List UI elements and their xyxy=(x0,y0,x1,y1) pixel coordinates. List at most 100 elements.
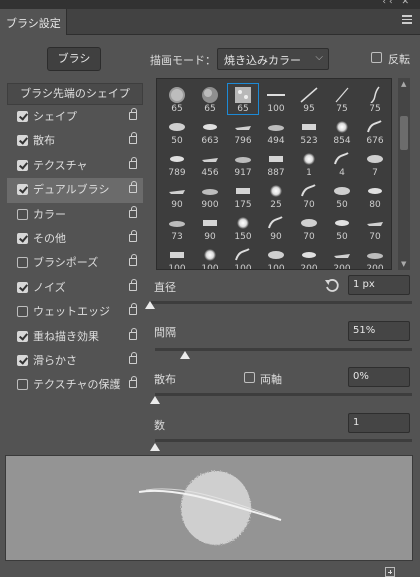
brush-preset[interactable]: 7 xyxy=(359,147,391,179)
brush-preset[interactable]: 150 xyxy=(227,211,259,243)
brush-preset[interactable]: 70 xyxy=(293,179,325,211)
count-slider-knob[interactable] xyxy=(150,443,160,451)
option-checkbox[interactable] xyxy=(17,354,28,366)
option-checkbox[interactable] xyxy=(17,306,28,318)
option-item[interactable]: その他 xyxy=(7,227,143,251)
diameter-field[interactable]: 1 px xyxy=(348,275,410,295)
scroll-thumb[interactable] xyxy=(400,116,408,150)
option-checkbox[interactable] xyxy=(17,208,28,220)
lock-icon[interactable] xyxy=(129,132,137,145)
brush-preset[interactable]: 663 xyxy=(194,115,226,147)
option-checkbox[interactable] xyxy=(17,111,28,122)
collapse-arrows-icon[interactable]: ‹‹ ✕ xyxy=(382,0,412,7)
scatter-slider[interactable] xyxy=(155,393,412,396)
brush-preset[interactable]: 4 xyxy=(326,147,358,179)
brush-preset[interactable]: 789 xyxy=(161,147,193,179)
option-item[interactable]: ウェットエッジ xyxy=(7,300,143,324)
scatter-field[interactable]: 0% xyxy=(348,367,410,387)
brush-preset[interactable]: 80 xyxy=(359,179,391,211)
brush-preset[interactable]: 100 xyxy=(194,243,226,269)
count-field[interactable]: 1 xyxy=(348,413,410,433)
diameter-slider-knob[interactable] xyxy=(145,301,155,309)
brush-preset[interactable]: 50 xyxy=(326,179,358,211)
brush-preset[interactable]: 100 xyxy=(260,243,292,269)
brush-preset[interactable]: 175 xyxy=(227,179,259,211)
lock-icon[interactable] xyxy=(129,205,137,218)
brush-preset[interactable]: 796 xyxy=(227,115,259,147)
option-checkbox[interactable] xyxy=(17,257,28,269)
brush-preset[interactable]: 75 xyxy=(359,83,391,115)
presets-scrollbar[interactable]: ▲ ▼ xyxy=(398,78,410,270)
spacing-slider-knob[interactable] xyxy=(180,351,191,359)
option-item[interactable]: 散布 xyxy=(7,129,143,153)
option-item[interactable]: テクスチャ xyxy=(7,154,143,178)
flip-checkbox[interactable] xyxy=(371,52,382,63)
reset-size-icon[interactable] xyxy=(325,279,340,293)
brush-preset[interactable]: 95 xyxy=(293,83,325,115)
option-checkbox[interactable] xyxy=(17,135,28,147)
option-item[interactable]: ブラシポーズ xyxy=(7,251,143,275)
spacing-field[interactable]: 51% xyxy=(348,321,410,341)
brush-preset[interactable]: 100 xyxy=(260,83,292,115)
lock-icon[interactable] xyxy=(129,327,137,340)
brush-preset[interactable]: 100 xyxy=(161,243,193,269)
scroll-down-icon[interactable]: ▼ xyxy=(401,260,406,268)
brush-preset[interactable]: 494 xyxy=(260,115,292,147)
count-slider[interactable] xyxy=(155,439,412,442)
option-checkbox[interactable] xyxy=(17,330,28,342)
brush-preset[interactable]: 854 xyxy=(326,115,358,147)
brush-preset[interactable]: 90 xyxy=(161,179,193,211)
brush-preset[interactable]: 456 xyxy=(194,147,226,179)
brush-button[interactable]: ブラシ xyxy=(47,47,101,71)
spacing-slider[interactable] xyxy=(155,348,412,351)
lock-icon[interactable] xyxy=(129,156,137,169)
brush-preset[interactable]: 73 xyxy=(161,211,193,243)
brush-preset[interactable]: 100 xyxy=(227,243,259,269)
brush-preset[interactable]: 70 xyxy=(359,211,391,243)
brush-preset[interactable]: 65 xyxy=(227,83,259,115)
option-brush-tip-shape[interactable]: ブラシ先端のシェイプ xyxy=(7,83,143,105)
mode-select[interactable]: 焼き込みカラー ⌵ xyxy=(217,48,329,70)
panel-menu-icon[interactable] xyxy=(402,15,412,25)
brush-preset[interactable]: 65 xyxy=(161,83,193,115)
brush-preset[interactable]: 70 xyxy=(293,211,325,243)
brush-preset[interactable]: 676 xyxy=(359,115,391,147)
option-item[interactable]: 滑らかさ xyxy=(7,349,143,373)
both-axes-checkbox[interactable] xyxy=(244,372,255,383)
diameter-slider[interactable] xyxy=(150,301,412,304)
lock-icon[interactable] xyxy=(129,229,137,242)
brush-preset[interactable]: 200 xyxy=(326,243,358,269)
option-checkbox[interactable] xyxy=(17,232,28,244)
tab-brush-settings[interactable]: ブラシ設定 xyxy=(0,9,67,35)
brush-preset[interactable]: 90 xyxy=(194,211,226,243)
lock-icon[interactable] xyxy=(129,278,137,291)
option-item[interactable]: シェイプ xyxy=(7,105,143,129)
lock-icon[interactable] xyxy=(129,254,137,267)
option-checkbox[interactable] xyxy=(17,281,28,293)
option-item[interactable]: ノイズ xyxy=(7,276,143,300)
brush-preset[interactable]: 200 xyxy=(359,243,391,269)
brush-preset[interactable]: 917 xyxy=(227,147,259,179)
brush-preset[interactable]: 523 xyxy=(293,115,325,147)
lock-icon[interactable] xyxy=(129,303,137,316)
option-checkbox[interactable] xyxy=(17,379,28,391)
brush-preset[interactable]: 1 xyxy=(293,147,325,179)
brush-preset[interactable]: 50 xyxy=(326,211,358,243)
option-item[interactable]: デュアルブラシ xyxy=(7,178,143,203)
brush-preset[interactable]: 75 xyxy=(326,83,358,115)
option-checkbox[interactable] xyxy=(17,159,28,171)
brush-preset[interactable]: 200 xyxy=(293,243,325,269)
lock-icon[interactable] xyxy=(129,108,137,120)
lock-icon[interactable] xyxy=(129,181,137,194)
option-item[interactable]: 重ね描き効果 xyxy=(7,325,143,349)
brush-preset[interactable]: 65 xyxy=(194,83,226,115)
new-brush-icon[interactable] xyxy=(385,567,395,577)
scatter-slider-knob[interactable] xyxy=(150,396,160,404)
scroll-up-icon[interactable]: ▲ xyxy=(401,80,406,88)
option-item[interactable]: テクスチャの保護 xyxy=(7,373,143,397)
option-item[interactable]: カラー xyxy=(7,203,143,227)
brush-preset[interactable]: 887 xyxy=(260,147,292,179)
option-checkbox[interactable] xyxy=(17,184,28,196)
brush-preset[interactable]: 50 xyxy=(161,115,193,147)
brush-preset[interactable]: 25 xyxy=(260,179,292,211)
